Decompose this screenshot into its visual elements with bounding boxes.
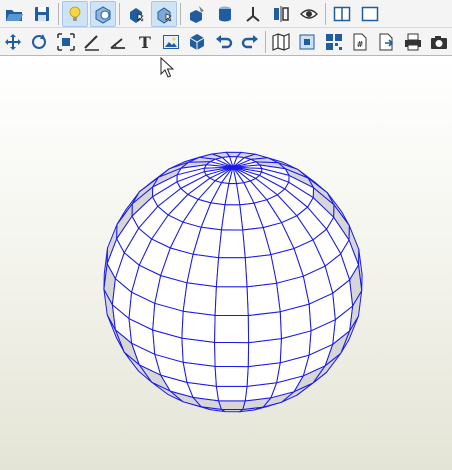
cube-icon xyxy=(189,33,205,50)
map-button[interactable] xyxy=(269,29,293,55)
fit-button[interactable] xyxy=(54,29,78,55)
shading-icon xyxy=(95,5,111,24)
axes-icon xyxy=(246,6,260,22)
angle-icon xyxy=(110,37,126,49)
toolbar-separator xyxy=(264,30,266,53)
rotate-button[interactable] xyxy=(27,29,51,55)
rotate-icon xyxy=(32,33,47,49)
image-button[interactable] xyxy=(159,29,183,55)
open-folder-button[interactable] xyxy=(1,1,27,27)
section-icon xyxy=(274,5,289,22)
sphere-face xyxy=(215,385,248,402)
paint-cube-button[interactable] xyxy=(184,1,210,27)
export-button[interactable] xyxy=(374,29,398,55)
pan-icon xyxy=(5,33,22,50)
sphere-face xyxy=(247,311,282,344)
image-icon xyxy=(162,34,179,49)
tile-button[interactable] xyxy=(322,29,346,55)
sphere-face xyxy=(244,254,278,288)
single-view-button[interactable] xyxy=(357,1,383,27)
print-button[interactable] xyxy=(400,29,424,55)
toolbar-separator xyxy=(58,2,59,25)
sphere-face xyxy=(214,286,249,316)
print-icon xyxy=(404,33,421,50)
split-view-icon xyxy=(333,6,351,21)
fit-icon xyxy=(56,32,75,51)
sphere-model[interactable] xyxy=(0,57,452,470)
sphere-face xyxy=(181,310,216,343)
eye-icon xyxy=(300,8,318,19)
3d-viewport[interactable] xyxy=(0,57,452,470)
select-solid-icon xyxy=(130,7,144,23)
number-page-icon: # xyxy=(353,33,367,50)
measure-icon xyxy=(84,34,100,51)
undo-icon xyxy=(215,34,232,48)
axes-button[interactable] xyxy=(240,1,266,27)
text-icon: T xyxy=(139,33,151,52)
toolbar-separator xyxy=(180,2,181,25)
single-view-icon xyxy=(361,6,379,21)
sphere-face xyxy=(218,400,246,410)
cylinder-button[interactable] xyxy=(212,1,238,27)
tile-icon xyxy=(325,33,342,50)
save-button[interactable] xyxy=(29,1,55,27)
sphere-face xyxy=(186,253,220,288)
select-face-button[interactable] xyxy=(151,0,177,27)
sphere-face xyxy=(214,341,250,368)
lightbulb-icon xyxy=(69,6,81,21)
sphere-face xyxy=(214,365,249,387)
main-toolbar xyxy=(0,0,452,28)
camera-icon xyxy=(430,35,447,49)
pan-button[interactable] xyxy=(1,29,25,55)
text-button[interactable]: T xyxy=(132,29,156,55)
toolbar-separator xyxy=(119,2,120,25)
cylinder-icon xyxy=(219,6,231,21)
select-solid-button[interactable] xyxy=(123,1,149,27)
section-button[interactable] xyxy=(268,1,294,27)
split-view-button[interactable] xyxy=(329,1,355,27)
sphere-face xyxy=(221,204,244,231)
zoom-fit-button[interactable] xyxy=(295,29,319,55)
sphere-face xyxy=(247,338,282,368)
sphere-face xyxy=(182,282,217,316)
map-icon xyxy=(272,32,290,51)
eye-button[interactable] xyxy=(296,1,322,27)
sphere-face xyxy=(214,314,250,344)
undo-button[interactable] xyxy=(211,29,235,55)
sphere-face xyxy=(181,337,216,367)
number-page-glyph: # xyxy=(357,40,364,49)
view-toolbar: T # xyxy=(0,28,452,56)
select-face-icon xyxy=(157,6,172,24)
redo-button[interactable] xyxy=(238,29,262,55)
mouse-cursor-icon xyxy=(160,57,175,78)
sphere-face xyxy=(246,282,281,316)
redo-icon xyxy=(241,34,258,48)
toolbar-separator xyxy=(325,2,326,25)
cube-button[interactable] xyxy=(185,29,209,55)
sphere-face xyxy=(218,229,246,259)
camera-button[interactable] xyxy=(427,29,451,55)
zoom-fit-icon xyxy=(299,34,315,49)
text-glyph: T xyxy=(139,33,151,52)
export-icon xyxy=(379,33,394,50)
open-folder-icon xyxy=(6,9,23,21)
shading-button[interactable] xyxy=(90,0,116,27)
angle-button[interactable] xyxy=(106,29,130,55)
save-icon xyxy=(35,6,49,21)
number-page-button[interactable]: # xyxy=(348,29,372,55)
measure-button[interactable] xyxy=(80,29,104,55)
paint-cube-icon xyxy=(190,5,204,23)
sphere-face xyxy=(215,257,248,288)
lightbulb-button[interactable] xyxy=(62,0,88,27)
